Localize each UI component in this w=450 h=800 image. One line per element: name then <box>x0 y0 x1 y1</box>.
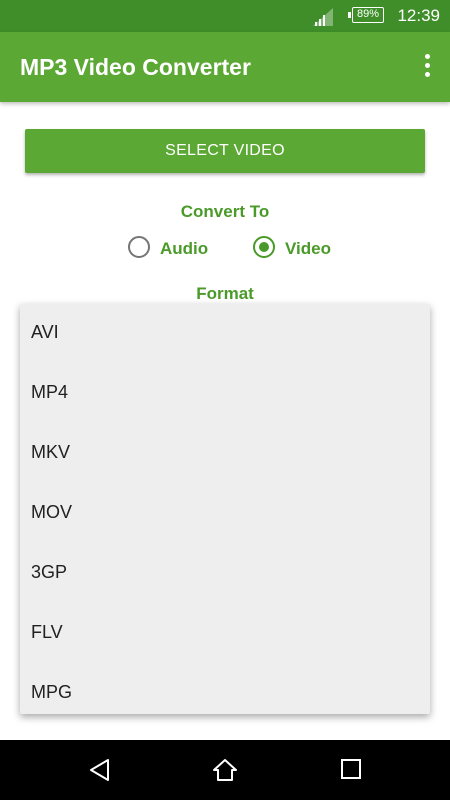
status-bar: 89% 12:39 <box>0 0 450 32</box>
format-option-3gp[interactable]: 3GP <box>20 544 430 604</box>
format-option-mov[interactable]: MOV <box>20 484 430 544</box>
format-option-avi[interactable]: AVI <box>20 304 430 364</box>
format-option-flv[interactable]: FLV <box>20 604 430 664</box>
signal-icon <box>313 8 333 26</box>
radio-video[interactable] <box>253 236 275 258</box>
back-icon[interactable] <box>88 758 112 782</box>
battery-icon: 89% <box>348 7 384 23</box>
radio-video-label[interactable]: Video <box>285 239 331 259</box>
format-option-mpg[interactable]: MPG <box>20 664 430 724</box>
app-title: MP3 Video Converter <box>20 54 251 80</box>
format-dropdown-list: AVI MP4 MKV MOV 3GP FLV MPG <box>20 304 430 714</box>
format-label: Format <box>196 284 254 303</box>
convert-to-label: Convert To <box>180 202 270 221</box>
recents-icon[interactable] <box>340 758 362 780</box>
radio-audio-label[interactable]: Audio <box>160 239 208 259</box>
navigation-bar <box>0 740 450 800</box>
home-icon[interactable] <box>212 758 238 782</box>
status-time: 12:39 <box>397 6 440 25</box>
format-option-mkv[interactable]: MKV <box>20 424 430 484</box>
radio-audio[interactable] <box>128 236 150 258</box>
more-vert-icon[interactable] <box>420 54 434 80</box>
app-bar: MP3 Video Converter <box>0 32 450 102</box>
convert-to-radio-group: Audio Video <box>0 236 450 264</box>
format-option-mp4[interactable]: MP4 <box>20 364 430 424</box>
select-video-button[interactable]: SELECT VIDEO <box>25 129 425 173</box>
